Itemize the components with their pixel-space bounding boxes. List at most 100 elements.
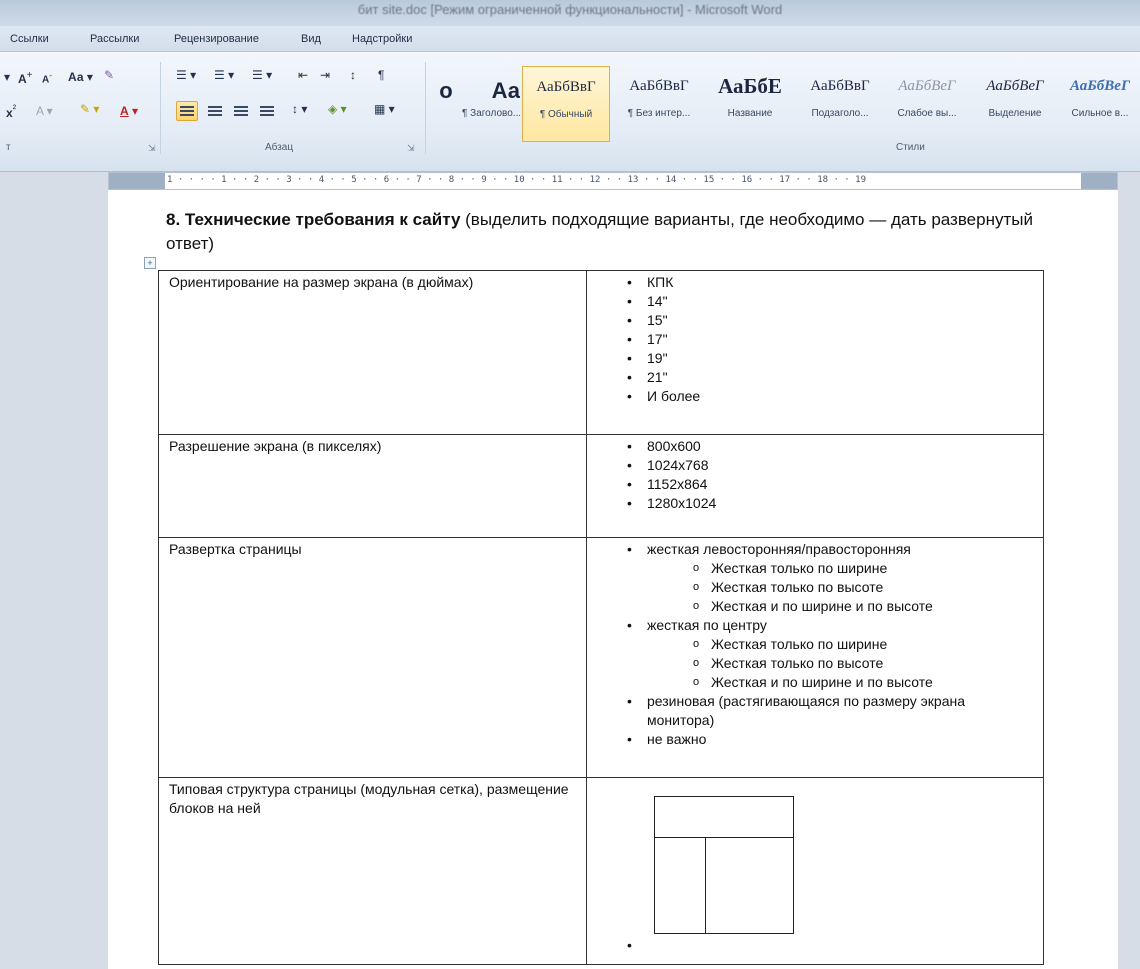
- row-label: Разрешение экрана (в пикселях): [158, 434, 587, 538]
- style-item[interactable]: о: [432, 66, 460, 142]
- list-item[interactable]: 17": [621, 330, 1035, 349]
- sub-list-item[interactable]: Жесткая и по ширине и по высоте: [691, 597, 1035, 616]
- requirements-table: Ориентирование на размер экрана (в дюйма…: [158, 270, 1044, 965]
- style-heading[interactable]: Аа ¶ Заголово...: [462, 66, 520, 142]
- document-page[interactable]: 8. Технические требования к сайту (выдел…: [108, 190, 1118, 969]
- row-options: КПК 14" 15" 17" 19" 21" И более: [586, 270, 1044, 435]
- tab-review[interactable]: Рецензирование: [174, 33, 259, 45]
- list-item-label: жесткая по центру: [647, 617, 767, 633]
- justify-button[interactable]: [256, 101, 278, 121]
- ribbon-separator: [160, 62, 161, 154]
- list-item[interactable]: жесткая левосторонняя/правосторонняя Жес…: [621, 540, 1035, 616]
- change-case-button[interactable]: Аа ▾: [68, 70, 93, 84]
- show-marks-icon[interactable]: ¶: [378, 68, 384, 82]
- table-row: Развертка страницы жесткая левосторонняя…: [158, 537, 1044, 778]
- option-list: КПК 14" 15" 17" 19" 21" И более: [621, 273, 1035, 406]
- table-row: Разрешение экрана (в пикселях) 800x600 1…: [158, 434, 1044, 538]
- row-label: Типовая структура страницы (модульная се…: [158, 777, 587, 965]
- multilevel-list-icon[interactable]: ☰ ▾: [252, 68, 272, 82]
- numbering-icon[interactable]: ☰ ▾: [214, 68, 234, 82]
- paragraph-dialog-launcher[interactable]: ⇲: [407, 143, 415, 154]
- decrease-indent-icon[interactable]: ⇤: [298, 68, 308, 82]
- table-row: Типовая структура страницы (модульная се…: [158, 777, 1044, 965]
- style-subtitle[interactable]: АаБбВвГ Подзаголо...: [796, 66, 884, 142]
- list-item[interactable]: 1152x864: [621, 475, 1035, 494]
- align-center-button[interactable]: [204, 101, 226, 121]
- tab-addins[interactable]: Надстройки: [352, 33, 412, 45]
- modular-grid-diagram: [654, 796, 794, 934]
- list-item[interactable]: КПК: [621, 273, 1035, 292]
- style-title[interactable]: АаБбЕ Название: [706, 66, 794, 142]
- list-item-label: жесткая левосторонняя/правосторонняя: [647, 541, 911, 557]
- grid-header-divider: [655, 837, 793, 838]
- horizontal-ruler[interactable]: 1 · · · · 1 · · 2 · · 3 · · 4 · · 5 · · …: [108, 172, 1118, 190]
- align-left-button[interactable]: [176, 101, 198, 121]
- ribbon-tabs: Ссылки Рассылки Рецензирование Вид Надст…: [0, 26, 1140, 52]
- text-effects-icon[interactable]: A ▾: [36, 104, 53, 118]
- style-subtle-emphasis[interactable]: АаБбВеГ Слабое вы...: [884, 66, 970, 142]
- row-options: [586, 777, 1044, 965]
- sub-list-item[interactable]: Жесткая только по ширине: [691, 635, 1035, 654]
- style-intense-emphasis[interactable]: АаБбВеГ Сильное в...: [1060, 66, 1140, 142]
- style-normal[interactable]: АаБбВвГ ¶ Обычный: [522, 66, 610, 142]
- paragraph-group-label: Абзац: [265, 142, 294, 153]
- borders-icon[interactable]: ▦ ▾: [374, 102, 395, 116]
- section-heading: 8. Технические требования к сайту (выдел…: [166, 208, 1046, 256]
- grid-column-divider: [705, 837, 706, 933]
- superscript-button[interactable]: x²: [6, 104, 16, 120]
- ruler-margin-left: [109, 173, 165, 189]
- sub-list-item[interactable]: Жесткая только по высоте: [691, 578, 1035, 597]
- tab-references[interactable]: Ссылки: [10, 33, 49, 45]
- font-group-label: т: [6, 142, 11, 153]
- style-no-spacing[interactable]: АаБбВвГ ¶ Без интер...: [614, 66, 704, 142]
- grow-font-button[interactable]: A+: [18, 70, 33, 86]
- list-item[interactable]: 800x600: [621, 437, 1035, 456]
- table-row: Ориентирование на размер экрана (в дюйма…: [158, 270, 1044, 435]
- sub-option-list: Жесткая только по ширине Жесткая только …: [691, 635, 1035, 692]
- layout-grid-cell: [587, 778, 1043, 964]
- table-move-handle[interactable]: +: [144, 257, 156, 269]
- ruler-marks: 1 · · · · 1 · · 2 · · 3 · · 4 · · 5 · · …: [167, 175, 866, 185]
- line-spacing-icon[interactable]: ↕ ▾: [292, 102, 307, 116]
- list-item[interactable]: 1024x768: [621, 456, 1035, 475]
- highlight-icon[interactable]: ✎ ▾: [80, 102, 99, 116]
- list-item[interactable]: 14": [621, 292, 1035, 311]
- increase-indent-icon[interactable]: ⇥: [320, 68, 330, 82]
- row-options: 800x600 1024x768 1152x864 1280x1024: [586, 434, 1044, 538]
- list-item[interactable]: резиновая (растягивающаяся по размеру эк…: [621, 692, 1035, 730]
- sub-option-list: Жесткая только по ширине Жесткая только …: [691, 559, 1035, 616]
- option-list: жесткая левосторонняя/правосторонняя Жес…: [621, 540, 1035, 749]
- window-title: бит site.doc [Режим ограниченной функцио…: [357, 2, 783, 17]
- bullets-icon[interactable]: ☰ ▾: [176, 68, 196, 82]
- shrink-font-button[interactable]: A-: [42, 70, 52, 85]
- styles-group-label: Стили: [896, 142, 925, 153]
- ribbon: ▾ A+ A- Аа ▾ ✎ x² A ▾ ✎ ▾ A ▾ т ⇲ ☰ ▾ ☰ …: [0, 52, 1140, 172]
- option-list: 800x600 1024x768 1152x864 1280x1024: [621, 437, 1035, 513]
- window-titlebar: бит site.doc [Режим ограниченной функцио…: [0, 0, 1140, 26]
- shading-icon[interactable]: ◈ ▾: [328, 102, 347, 116]
- font-dialog-launcher[interactable]: ⇲: [148, 143, 156, 154]
- style-emphasis[interactable]: АаБбВеГ Выделение: [972, 66, 1058, 142]
- list-item[interactable]: 15": [621, 311, 1035, 330]
- ruler-margin-right: [1081, 173, 1117, 189]
- heading-bold: 8. Технические требования к сайту: [166, 210, 461, 229]
- tab-view[interactable]: Вид: [301, 33, 321, 45]
- row-label: Развертка страницы: [158, 537, 587, 778]
- font-color-button[interactable]: A ▾: [120, 104, 138, 118]
- list-item[interactable]: 21": [621, 368, 1035, 387]
- sub-list-item[interactable]: Жесткая только по высоте: [691, 654, 1035, 673]
- list-item[interactable]: 1280x1024: [621, 494, 1035, 513]
- sub-list-item[interactable]: Жесткая только по ширине: [691, 559, 1035, 578]
- list-item[interactable]: 19": [621, 349, 1035, 368]
- list-item[interactable]: И более: [621, 387, 1035, 406]
- ribbon-separator: [425, 62, 426, 154]
- clear-format-icon[interactable]: ✎: [104, 68, 114, 82]
- sort-icon[interactable]: ↕: [350, 68, 356, 82]
- sub-list-item[interactable]: Жесткая и по ширине и по высоте: [691, 673, 1035, 692]
- row-options: жесткая левосторонняя/правосторонняя Жес…: [586, 537, 1044, 778]
- align-right-button[interactable]: [230, 101, 252, 121]
- list-item[interactable]: жесткая по центру Жесткая только по шири…: [621, 616, 1035, 692]
- tab-mailings[interactable]: Рассылки: [90, 33, 139, 45]
- list-item[interactable]: не важно: [621, 730, 1035, 749]
- font-size-dropdown[interactable]: ▾: [4, 70, 10, 84]
